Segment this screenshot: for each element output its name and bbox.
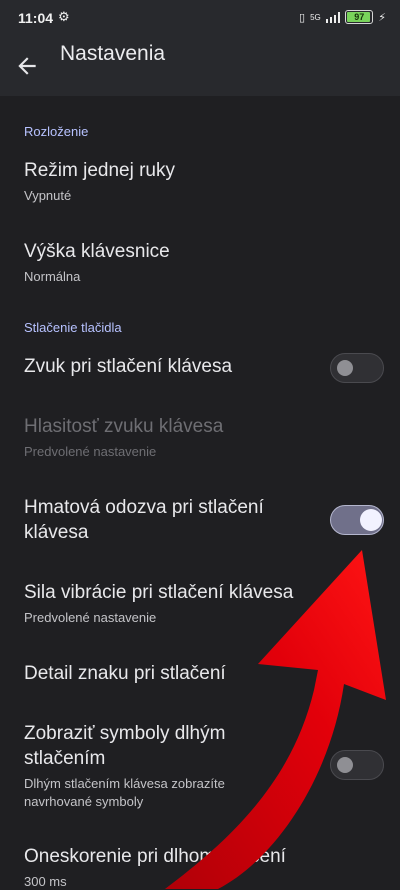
setting-title-line1: Hmatová odozva pri stlačení <box>24 497 264 518</box>
setting-title: Oneskorenie pri dlhom stlačení <box>24 846 286 867</box>
battery-level: 97 <box>354 12 365 22</box>
page-title: Nastavenia <box>60 42 166 65</box>
setting-subtitle: Predvolené nastavenie <box>24 610 157 625</box>
setting-subtitle: Normálna <box>24 269 81 284</box>
setting-subtitle: Vypnuté <box>24 188 72 203</box>
setting-title: Zvuk pri stlačení klávesa <box>24 356 233 377</box>
status-icons: ▯ 5G 97 ⚡ <box>299 10 386 24</box>
haptic-feedback-toggle[interactable] <box>330 505 384 535</box>
arrow-left-icon[interactable] <box>14 53 40 79</box>
section-header-keypress: Stlačenie tlačidla <box>24 320 122 335</box>
status-time: 11:04 <box>18 10 54 26</box>
setting-title: Hlasitosť zvuku klávesa <box>24 416 224 437</box>
setting-title: Detail znaku pri stlačení <box>24 663 226 684</box>
setting-title: Sila vibrácie pri stlačení klávesa <box>24 582 294 603</box>
longpress-symbols-toggle[interactable] <box>330 750 384 780</box>
charging-icon: ⚡ <box>378 11 386 24</box>
vibrate-icon: ▯ <box>299 11 306 24</box>
battery-icon: 97 <box>345 10 374 24</box>
app-bar: Nastavenia <box>0 36 400 96</box>
setting-title-line1: Zobraziť symboly dlhým <box>24 723 226 744</box>
signal-icon <box>325 11 341 23</box>
setting-title: Výška klávesnice <box>24 241 170 262</box>
setting-subtitle: 300 ms <box>24 874 67 889</box>
gear-icon: ⚙ <box>58 9 70 24</box>
setting-title: Režim jednej ruky <box>24 160 175 181</box>
key-sound-toggle[interactable] <box>330 353 384 383</box>
network-label: 5G <box>310 12 321 22</box>
setting-subtitle-line2: navrhované symboly <box>24 794 144 809</box>
setting-subtitle-line1: Dlhým stlačením klávesa zobrazíte <box>24 776 225 791</box>
section-header-layout: Rozloženie <box>24 124 89 139</box>
setting-title-line2: stlačením <box>24 748 106 769</box>
status-bar: 11:04 ⚙ ▯ 5G 97 ⚡ <box>0 0 400 36</box>
setting-subtitle: Predvolené nastavenie <box>24 444 157 459</box>
setting-title-line2: klávesa <box>24 522 89 543</box>
